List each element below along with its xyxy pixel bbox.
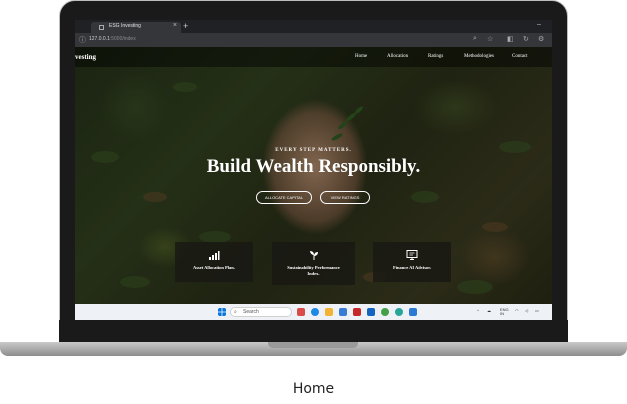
card-label: Asset Allocation Plan. [193, 265, 235, 270]
laptop-mockup: ESG Investing × + – ⓘ 127.0.0.1:5000/ind… [0, 0, 627, 360]
bookmark-star-icon[interactable]: ☆ [487, 35, 493, 43]
url-host: 127.0.0.1 [89, 36, 110, 42]
laptop-notch [268, 342, 358, 348]
hero-headline: Build Wealth Responsibly. [206, 156, 421, 177]
feature-card-sustainability[interactable]: Sustainability Performance Index. [272, 242, 355, 285]
settings-icon[interactable]: ⚙ [538, 35, 544, 43]
new-tab-button[interactable]: + [183, 21, 188, 31]
sprout-icon [309, 251, 318, 260]
nav-item-contact[interactable]: Contact [512, 54, 528, 59]
nav-item-ratings[interactable]: Ratings [428, 54, 443, 59]
volume-icon[interactable]: ◁ [525, 308, 528, 313]
widgets-icon[interactable] [297, 308, 305, 316]
browser-tab-bar: ESG Investing × + – [75, 20, 552, 33]
close-tab-icon[interactable]: × [173, 22, 177, 29]
whatsapp-icon[interactable] [395, 308, 403, 316]
wifi-icon[interactable]: ◠ [515, 308, 519, 313]
language-indicator[interactable]: ENG IN [500, 308, 509, 316]
browser-tab[interactable]: ESG Investing × [91, 22, 181, 33]
url-field[interactable]: 127.0.0.1:5000/index [89, 36, 136, 42]
nav-item-allocation[interactable]: Allocation [387, 54, 408, 59]
monitor-chat-icon [406, 250, 418, 260]
allocate-capital-button[interactable]: ALLOCATE CAPITAL [256, 191, 312, 204]
laptop-bezel [59, 320, 568, 343]
address-bar: ⓘ 127.0.0.1:5000/index ⌕ ☆ ◧ ↻ ⚙ [75, 33, 552, 47]
bar-chart-icon [209, 251, 220, 260]
file-explorer-icon[interactable] [325, 308, 333, 316]
page-favicon-icon [99, 25, 104, 30]
site-navbar: vesting Home Allocation Ratings Methodol… [75, 47, 552, 67]
refresh-icon[interactable]: ↻ [523, 35, 529, 43]
laptop-screen: ESG Investing × + – ⓘ 127.0.0.1:5000/ind… [75, 20, 552, 320]
windows-start-icon[interactable] [218, 308, 226, 316]
tray-chevron-icon[interactable]: ^ [477, 308, 479, 313]
outlook-icon[interactable] [367, 308, 375, 316]
zoom-icon[interactable]: ⌕ [473, 35, 477, 43]
mcafee-icon[interactable] [353, 308, 361, 316]
battery-icon[interactable]: ▭ [535, 308, 539, 313]
minimize-button[interactable]: – [537, 21, 541, 28]
taskbar-search[interactable]: ⌕ Search [230, 307, 292, 317]
tab-title: ESG Investing [109, 23, 141, 29]
view-ratings-button[interactable]: VIEW RATINGS [320, 191, 370, 204]
search-placeholder: Search [243, 309, 259, 315]
extension-icon[interactable]: ◧ [507, 35, 514, 43]
edge-browser-icon[interactable] [311, 308, 319, 316]
nav-item-methodologies[interactable]: Methodologies [464, 54, 494, 59]
nav-item-home[interactable]: Home [355, 54, 367, 59]
slide-caption: Home [292, 381, 335, 397]
site-brand[interactable]: vesting [75, 53, 96, 61]
hero-tagline: EVERY STEP MATTERS. [275, 148, 352, 153]
weather-icon[interactable]: ☁ [487, 308, 491, 313]
os-taskbar: ⌕ Search ^ ☁ ENG IN ◠ ◁ ▭ [75, 304, 552, 320]
search-icon: ⌕ [234, 309, 237, 315]
feature-card-asset-allocation[interactable]: Asset Allocation Plan. [175, 242, 253, 282]
feature-card-finance-ai[interactable]: Finance AI Advisor. [373, 242, 451, 282]
store-icon[interactable] [339, 308, 347, 316]
url-path: :5000/index [109, 36, 136, 42]
chrome-icon[interactable] [381, 308, 389, 316]
vscode-icon[interactable] [409, 308, 417, 316]
language-bottom: IN [500, 311, 504, 316]
card-label: Sustainability Performance Index. [287, 265, 340, 276]
card-label: Finance AI Advisor. [393, 265, 431, 270]
hero-section: vesting Home Allocation Ratings Methodol… [75, 47, 552, 304]
site-info-icon[interactable]: ⓘ [79, 35, 86, 45]
